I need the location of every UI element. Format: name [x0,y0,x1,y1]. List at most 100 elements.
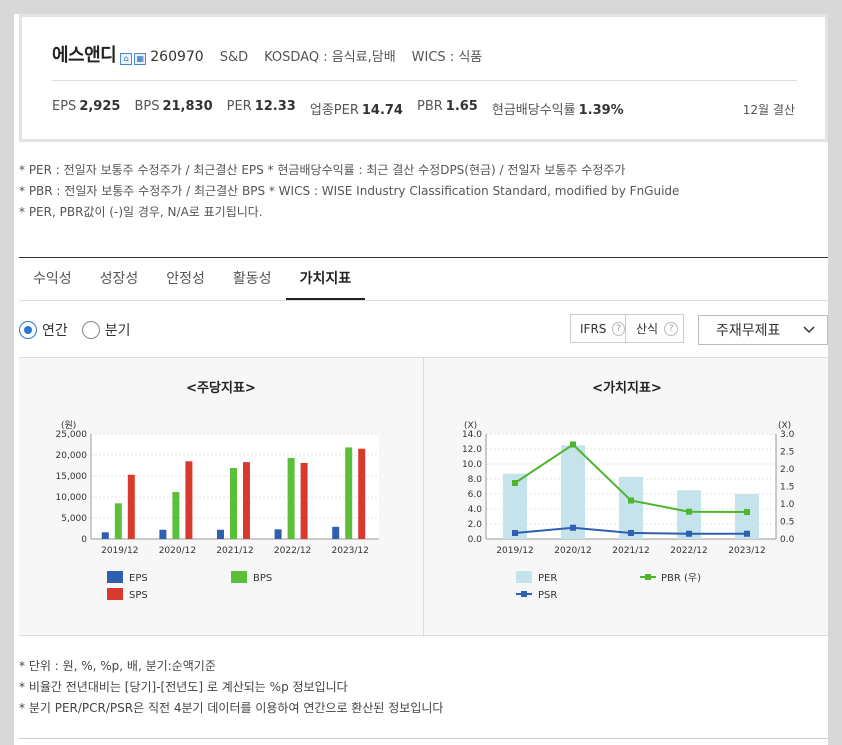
tab-stability[interactable]: 안정성 [152,258,219,300]
stat-industry-per: 업종PER 14.74 [309,103,403,118]
y-left-tick-label: 12.0 [462,445,482,455]
quarter-radio[interactable] [81,321,100,339]
bar-eps [159,529,167,539]
y-tick-label: 5,000 [61,514,87,524]
bar-eps [217,529,224,539]
annual-radio-label[interactable]: 연간 [42,320,68,340]
y-tick-label: 0 [81,535,87,545]
point-psr [744,530,750,537]
y-left-tick-label: 14.0 [462,430,482,440]
legend-label: EPS [129,573,148,584]
home-icon[interactable]: ⌂ [120,53,133,65]
annual-radio[interactable] [19,321,37,339]
window-frame-right [828,0,842,745]
x-tick-label: 2019/12 [101,546,138,556]
legend-label: PSR [538,590,557,601]
note-line: * PBR : 전일자 보통주 수정주가 / 최근결산 BPS * WICS :… [19,184,680,198]
help-icon[interactable]: ? [612,321,625,336]
point-psr [512,530,518,536]
chevron-down-icon [803,326,815,334]
corp-eng-name: S&D [219,50,249,65]
tab-value-indicators[interactable]: 가치지표 [285,258,366,300]
bar-sps [127,474,135,539]
per-share-chart: 0 5,000 10,000 15,000 20,000 25,000(원) 2019/12… [56,420,379,601]
y-right-tick-label: 0.5 [780,518,794,528]
ifrs-info[interactable]: IFRS ? [570,314,626,343]
point-pbr [512,480,518,486]
bar-bps [172,491,180,539]
y-left-unit-label: (X) [464,421,477,431]
tab-profitability[interactable]: 수익성 [19,258,86,300]
x-tick-label: 2021/12 [216,546,253,556]
y-right-tick-label: 1.0 [780,500,795,510]
legend-label: PBR (우) [661,572,701,584]
quarter-radio-label[interactable]: 분기 [105,320,131,340]
statement-select[interactable]: 주재무제표 [698,315,828,345]
legend-swatch [516,571,532,583]
formula-label: 산식 [636,322,659,336]
y-left-tick-label: 0.0 [468,535,483,545]
stat-eps: EPS 2,925 [52,99,121,114]
legend-label: BPS [253,573,272,584]
legend-swatch [107,588,123,600]
corp-wics: WICS : 식품 [411,50,483,65]
tab-activity[interactable]: 활동성 [219,258,286,300]
corp-summary-box: 에스앤디 ⌂ ▦ 260970 S&D KOSDAQ : 음식료,담배 WICS… [19,14,828,142]
y-right-tick-label: 0.0 [780,535,795,545]
x-tick-label: 2022/12 [274,546,311,556]
bar-bps [230,468,237,539]
y-tick-label: 20,000 [56,451,88,461]
legend-swatch [521,591,527,597]
ifrs-label: IFRS [580,321,607,336]
bar-bps [345,447,353,539]
y-left-tick-label: 2.0 [468,520,483,530]
bar-eps [101,532,109,539]
x-tick-label: 2019/12 [496,546,533,556]
stat-bps: BPS 21,830 [134,99,213,114]
y-right-tick-label: 1.5 [780,483,794,493]
indicator-tabs: 수익성 성장성 안정성 활동성 가치지표 [19,258,828,301]
bar-eps [274,529,282,539]
point-psr [628,530,634,536]
tab-growth[interactable]: 성장성 [86,258,153,300]
point-pbr [744,509,750,516]
legend-swatch [645,574,651,580]
point-psr [686,530,692,537]
note-line: * PER, PBR값이 (-)일 경우, N/A로 표기됩니다. [19,205,263,219]
table-header-edge [19,738,828,745]
x-tick-label: 2020/12 [159,546,196,556]
formula-info[interactable]: 산식 ? [625,314,684,343]
y-tick-label: 25,000 [56,430,88,440]
y-right-unit-label: (X) [778,421,791,431]
point-pbr [570,441,576,448]
bar-sps [243,462,250,539]
charts-panel: <주당지표> <가치지표> 0 5,000 10,000 15,000 20,000 25… [19,357,828,637]
building-icon[interactable]: ▦ [134,53,147,65]
stat-pbr: PBR 1.65 [416,99,478,114]
footnote-line: * 분기 PER/PCR/PSR은 직전 4분기 데이터를 이용하여 연간으로 … [19,701,444,715]
bar-bps [287,457,295,539]
legend-label: PER [538,573,557,584]
x-tick-label: 2021/12 [612,546,649,556]
corp-name: 에스앤디 [52,45,117,66]
x-tick-label: 2022/12 [670,546,707,556]
footnote-line: * 비율간 전년대비는 [당기]-[전년도] 로 계산되는 %p 정보입니다 [19,680,348,694]
help-icon[interactable]: ? [664,321,679,336]
settlement-month: 12월 결산 [742,103,795,117]
legend-swatch [231,571,247,583]
window-frame-top [0,0,842,14]
definition-notes: * PER : 전일자 보통주 수정주가 / 최근결산 EPS * 현금배당수익… [19,160,679,223]
footnote-line: * 단위 : 원, %, %p, 배, 분기:순액기준 [19,659,216,673]
bar-sps [300,462,308,539]
point-psr [570,524,576,531]
y-left-tick-label: 6.0 [468,490,483,500]
y-left-tick-label: 4.0 [468,505,483,515]
bar-per [619,476,643,539]
corp-stats: EPS 2,925 BPS 21,830 PER 12.33 업종PER 14.74 P… [52,99,638,118]
y-left-tick-label: 8.0 [468,475,483,485]
note-line: * PER : 전일자 보통주 수정주가 / 최근결산 EPS * 현금배당수익… [19,163,626,177]
y-tick-label: 15,000 [56,472,88,482]
x-tick-label: 2023/12 [728,546,765,556]
x-tick-label: 2020/12 [554,546,591,556]
corp-market: KOSDAQ : 음식료,담배 [264,50,396,65]
